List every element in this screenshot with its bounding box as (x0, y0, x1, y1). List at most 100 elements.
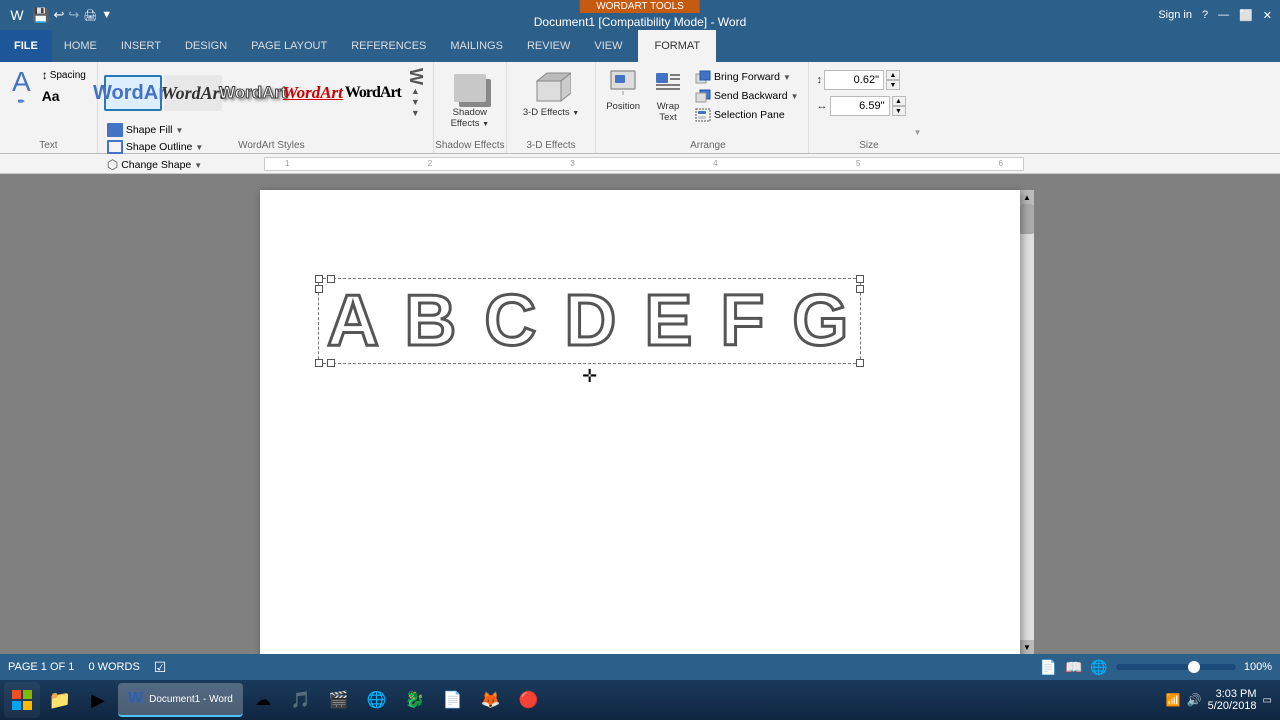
send-backward-dropdown[interactable]: ▼ (791, 92, 799, 101)
ribbon: A ✏ ↕ Spacing Aa Text WordArt (0, 62, 1280, 154)
threed-dropdown-arrow[interactable]: ▼ (572, 110, 579, 117)
volume-icon[interactable]: 🔊 (1187, 693, 1202, 707)
bring-send-column: Bring Forward ▼ Send Backward ▼ (692, 66, 801, 126)
close-button[interactable]: ✕ (1263, 9, 1272, 22)
tab-format[interactable]: FORMAT (638, 30, 716, 62)
view-reading-button[interactable]: 📖 (1065, 659, 1082, 676)
shadow-effects-button[interactable]: ShadowEffects ▼ (444, 66, 496, 132)
vlc-button[interactable]: 🎵 (283, 682, 319, 718)
width-up-button[interactable]: ▲ (892, 96, 906, 106)
bring-forward-button[interactable]: Bring Forward ▼ (692, 68, 801, 86)
wordart-style-5[interactable]: WordArt (344, 75, 402, 111)
wrap-text-button[interactable]: WrapText (648, 66, 688, 126)
send-backward-label: Send Backward (714, 90, 788, 102)
show-desktop-button[interactable]: ▭ (1263, 695, 1272, 706)
start-button[interactable] (4, 682, 40, 718)
tab-view[interactable]: VIEW (582, 30, 634, 62)
tab-review[interactable]: REVIEW (515, 30, 582, 62)
video-app-button[interactable]: 🎬 (321, 682, 357, 718)
tab-page-layout[interactable]: PAGE LAYOUT (239, 30, 339, 62)
view-normal-button[interactable]: 📄 (1040, 659, 1057, 676)
spacing-button[interactable]: ↕ Spacing (39, 66, 89, 84)
scroll-thumb[interactable] (1020, 204, 1034, 234)
shape-fill-dropdown[interactable]: ▼ (176, 126, 184, 135)
wordart-scroll-up[interactable]: ▲ (411, 86, 420, 96)
firefox-button[interactable]: 🦊 (473, 682, 509, 718)
tab-mailings[interactable]: MAILINGS (438, 30, 515, 62)
file-explorer-button[interactable]: 📁 (42, 682, 78, 718)
status-bar: PAGE 1 OF 1 0 WORDS ☑ 📄 📖 🌐 100% (0, 654, 1280, 680)
width-input[interactable] (830, 96, 890, 116)
send-backward-button[interactable]: Send Backward ▼ (692, 87, 801, 105)
scroll-down-button[interactable]: ▼ (1020, 640, 1034, 654)
shape-fill-label: Shape Fill (126, 124, 173, 136)
proofing-icon[interactable]: ☑ (154, 659, 167, 676)
save-button[interactable]: 💾 (32, 7, 49, 24)
chrome-button[interactable]: 🌐 (359, 682, 395, 718)
tab-design[interactable]: DESIGN (173, 30, 239, 62)
change-shape-dropdown[interactable]: ▼ (194, 161, 202, 170)
wordart-style-3[interactable]: WordArt (224, 75, 282, 111)
tab-file[interactable]: FILE (0, 30, 52, 62)
height-down-button[interactable]: ▼ (886, 80, 900, 90)
wordart-scroll-down[interactable]: ▼ (411, 97, 420, 107)
minimize-button[interactable]: — (1218, 9, 1229, 21)
view-web-button[interactable]: 🌐 (1090, 659, 1107, 676)
wordart-style-1[interactable]: WordArt (104, 75, 162, 111)
help-button[interactable]: ? (1202, 9, 1208, 21)
selection-pane-button[interactable]: Selection Pane (692, 106, 801, 124)
height-input[interactable] (824, 70, 884, 90)
position-button[interactable]: Position (602, 66, 644, 126)
ribbon-expand-button[interactable]: ▼ (914, 128, 922, 137)
aa-button[interactable]: Aa (39, 86, 89, 106)
height-up-button[interactable]: ▲ (886, 70, 900, 80)
threed-effects-button[interactable]: 3-D Effects ▼ (517, 66, 585, 121)
wordart-style-4[interactable]: WordArt (284, 75, 342, 111)
handle-bm[interactable] (327, 359, 335, 367)
shadow-dropdown-arrow[interactable]: ▼ (482, 121, 489, 128)
threed-label: 3-D Effects ▼ (523, 107, 579, 118)
handle-tr[interactable] (856, 275, 864, 283)
handle-tm[interactable] (327, 275, 335, 283)
edit-text-button[interactable]: A ✏ (8, 66, 35, 108)
handle-tl[interactable] (315, 275, 323, 283)
title-bar: W 💾 ↩ ↪ 🖨 ▼ WORDART TOOLS Document1 [Com… (0, 0, 1280, 30)
width-icon: ↔ (817, 100, 828, 112)
arrange-group-label: Arrange (602, 140, 813, 151)
zoom-slider[interactable] (1116, 664, 1236, 670)
wordart-style-2[interactable]: WordArt (164, 75, 222, 111)
network-icon[interactable]: 📶 (1166, 693, 1181, 707)
handle-mr[interactable] (856, 285, 864, 293)
word-taskbar-button[interactable]: W Document1 - Word (118, 683, 243, 717)
handle-ml[interactable] (315, 285, 323, 293)
print-preview-button[interactable]: 🖨 (83, 9, 97, 22)
taskbar: 📁 ▶ W Document1 - Word ☁ 🎵 🎬 🌐 🐉 📄 🦊 🔴 📶… (0, 680, 1280, 720)
selection-pane-label: Selection Pane (714, 109, 785, 121)
bring-forward-dropdown[interactable]: ▼ (783, 73, 791, 82)
pdf-button[interactable]: 📄 (435, 682, 471, 718)
clock[interactable]: 3:03 PM 5/20/2018 (1208, 688, 1257, 712)
media-player-button[interactable]: ▶ (80, 682, 116, 718)
scroll-up-button[interactable]: ▲ (1020, 190, 1034, 204)
handle-br[interactable] (856, 359, 864, 367)
app12-button[interactable]: 🔴 (511, 682, 547, 718)
document-title: Document1 [Compatibility Mode] - Word (534, 15, 747, 29)
wordart-vertical-text[interactable]: W (405, 68, 426, 85)
app9-button[interactable]: 🐉 (397, 682, 433, 718)
qat-more-button[interactable]: ▼ (101, 9, 112, 21)
onedrive-button[interactable]: ☁ (245, 682, 281, 718)
redo-button[interactable]: ↪ (68, 7, 79, 23)
width-down-button[interactable]: ▼ (892, 106, 906, 116)
shape-fill-button[interactable]: Shape Fill ▼ (104, 122, 427, 138)
restore-button[interactable]: ⬜ (1239, 9, 1253, 22)
handle-bl[interactable] (315, 359, 323, 367)
undo-button[interactable]: ↩ (53, 7, 64, 23)
tab-home[interactable]: HOME (52, 30, 109, 62)
tab-references[interactable]: REFERENCES (339, 30, 438, 62)
vertical-scrollbar[interactable]: ▲ ▼ (1020, 190, 1034, 654)
sign-in-link[interactable]: Sign in (1158, 9, 1192, 21)
wordart-object[interactable]: A B C D E F G ✛ (318, 278, 861, 387)
wordart-more-button[interactable]: ▼ (411, 108, 420, 118)
zoom-level: 100% (1244, 661, 1272, 673)
tab-insert[interactable]: INSERT (109, 30, 173, 62)
